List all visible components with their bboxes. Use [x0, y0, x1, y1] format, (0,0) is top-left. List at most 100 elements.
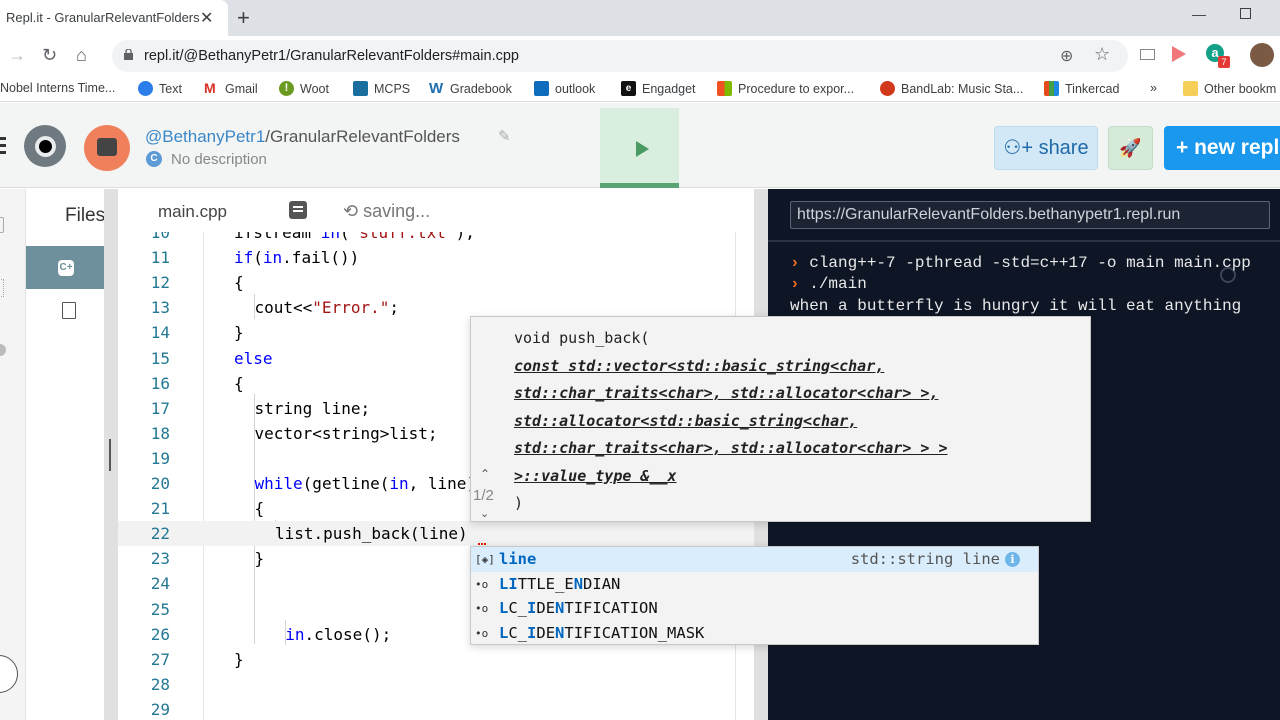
code-line[interactable]: 28 — [118, 672, 754, 697]
code-line[interactable]: 11 if(in.fail()) — [118, 245, 754, 270]
profile-avatar[interactable] — [1250, 43, 1274, 67]
signature-nav: ⌃ 1/2 ⌄ — [471, 317, 503, 521]
terminal-line: › clang++-7 -pthread -std=c++17 -o main … — [790, 253, 1251, 274]
screencast-extension-icon[interactable] — [1172, 46, 1186, 62]
minimize-button[interactable]: — — [1192, 6, 1206, 22]
code-text: } — [234, 323, 244, 343]
tab-main-cpp[interactable]: main.cpp — [158, 202, 227, 222]
panel-resize-handle[interactable] — [104, 189, 118, 720]
address-bar[interactable]: repl.it/@BethanyPetr1/GranularRelevantFo… — [112, 40, 1128, 72]
new-tab-button[interactable]: + — [237, 5, 250, 31]
active-parameter: const std::vector<std::basic_string<char… — [514, 356, 885, 375]
line-number: 17 — [150, 398, 170, 418]
signature-text: void push_back(const std::vector<std::ba… — [514, 325, 947, 518]
play-icon — [636, 141, 649, 157]
folder-icon — [1183, 81, 1198, 96]
format-code-icon[interactable] — [289, 201, 307, 219]
run-progress-bar — [600, 183, 679, 188]
new-repl-button[interactable]: + new repl — [1164, 126, 1280, 170]
suggestion-item[interactable]: [◈] line std::string line i — [471, 547, 1038, 572]
bookmark-star-icon[interactable]: ☆ — [1094, 44, 1110, 65]
version-control-icon[interactable] — [0, 279, 4, 297]
bookmarks-overflow[interactable]: » — [1150, 81, 1157, 95]
restore-button[interactable] — [1240, 8, 1251, 19]
bookmark-item[interactable]: M Gmail — [204, 81, 258, 96]
suggestion-detail: std::string line — [850, 550, 1000, 568]
forward-icon[interactable]: → — [8, 45, 26, 66]
prompt-icon: › — [790, 254, 800, 272]
edit-pencil-icon[interactable]: ✎ — [498, 127, 511, 145]
code-text: } — [254, 549, 265, 569]
terminal-text: ./main — [809, 275, 867, 294]
bookmark-item[interactable]: outlook — [534, 81, 595, 96]
terminal-line: when a butterfly is hungry it will eat a… — [790, 296, 1241, 317]
code-line[interactable]: 29 — [118, 697, 754, 720]
outlook-icon — [534, 81, 549, 96]
url-text[interactable]: repl.it/@BethanyPetr1/GranularRelevantFo… — [144, 48, 519, 64]
home-icon[interactable]: ⌂ — [76, 45, 87, 66]
run-button[interactable] — [600, 108, 679, 188]
code-line[interactable]: 10 ifstream in("stuff.txt"); — [118, 232, 754, 245]
share-button[interactable]: ⚇+ share — [994, 126, 1098, 170]
bookmark-item[interactable]: Procedure to expor... — [717, 81, 854, 96]
previous-signature-icon[interactable]: ⌃ — [480, 467, 490, 481]
next-signature-icon[interactable]: ⌄ — [480, 507, 489, 520]
signature-end: ) — [514, 494, 524, 512]
bookmark-item[interactable]: MCPS — [353, 81, 410, 96]
constant-icon: •o — [475, 577, 489, 591]
suggestion-item[interactable]: •o LITTLE_ENDIAN — [471, 572, 1038, 597]
settings-icon[interactable] — [0, 344, 6, 356]
suggestion-label: LC_IDENTIFICATION — [499, 599, 658, 617]
replit-logo[interactable] — [24, 125, 66, 167]
line-number: 27 — [150, 649, 170, 669]
code-line[interactable]: 27} — [118, 647, 754, 672]
suggestion-item[interactable]: •o LC_IDENTIFICATION_MASK — [471, 621, 1038, 646]
zoom-icon[interactable]: ⊕ — [1060, 46, 1073, 66]
other-bookmarks[interactable]: Other bookm — [1183, 81, 1276, 96]
browser-tab[interactable]: Repl.it - GranularRelevantFolders ✕ — [0, 0, 228, 36]
webview-url-field[interactable]: https://GranularRelevantFolders.bethanyp… — [790, 201, 1270, 229]
bookmark-item[interactable]: BandLab: Music Sta... — [880, 81, 1023, 96]
repl-owner-link[interactable]: @BethanyPetr1 — [145, 127, 265, 146]
line-number: 14 — [150, 323, 170, 343]
files-title: Files — [65, 205, 106, 226]
robot-icon — [97, 138, 117, 156]
line-number: 21 — [150, 499, 170, 519]
deploy-button[interactable]: 🚀 — [1108, 126, 1153, 170]
autocomplete-popup: [◈] line std::string line i •o LITTLE_ENDIAN •… — [470, 546, 1039, 645]
line-number: 19 — [150, 448, 170, 468]
line-number: 18 — [150, 423, 170, 443]
user-avatar[interactable] — [84, 125, 130, 171]
bookmark-item[interactable]: ! Woot — [279, 81, 329, 96]
menu-icon[interactable] — [0, 137, 6, 158]
bookmark-item[interactable]: e Engadget — [621, 81, 696, 96]
file-item-main-cpp[interactable]: C+ — [26, 246, 104, 289]
console-separator — [768, 240, 1280, 242]
code-line[interactable]: 22 list.push_back(line) — [118, 521, 754, 547]
bookmark-item[interactable]: Nobel Interns Time... — [0, 81, 115, 95]
bookmark-item[interactable]: Tinkercad — [1044, 81, 1119, 96]
bookmark-item[interactable]: W Gradebook — [429, 81, 512, 96]
line-number: 25 — [150, 599, 170, 619]
terminal-text: clang++-7 -pthread -std=c++17 -o main ma… — [809, 254, 1251, 272]
reload-icon[interactable]: ↻ — [42, 45, 57, 66]
cast-extension-icon[interactable] — [1140, 49, 1155, 60]
info-icon[interactable]: i — [1005, 552, 1020, 567]
tab-title: Repl.it - GranularRelevantFolders — [6, 10, 200, 25]
repl-description[interactable]: No description — [171, 151, 267, 168]
bandlab-icon — [880, 81, 895, 96]
resize-grip[interactable] — [109, 439, 111, 471]
signature-start: void push_back( — [514, 329, 650, 347]
line-number: 20 — [150, 474, 170, 493]
code-line[interactable]: 12 { — [118, 270, 754, 295]
bookmark-item[interactable]: Text — [138, 81, 182, 96]
suggestion-item[interactable]: •o LC_IDENTIFICATION — [471, 596, 1038, 621]
prompt-icon: › — [790, 275, 800, 294]
browser-toolbar: → ↻ ⌂ repl.it/@BethanyPetr1/GranularRele… — [0, 36, 1280, 76]
tab-close-icon[interactable]: ✕ — [200, 8, 213, 28]
signature-counter: 1/2 — [473, 487, 494, 504]
files-nav-icon[interactable] — [0, 217, 4, 233]
file-item-document[interactable] — [62, 302, 76, 319]
files-panel: Files C+ — [26, 189, 106, 720]
active-parameter: >::value_type &__x — [514, 466, 677, 485]
